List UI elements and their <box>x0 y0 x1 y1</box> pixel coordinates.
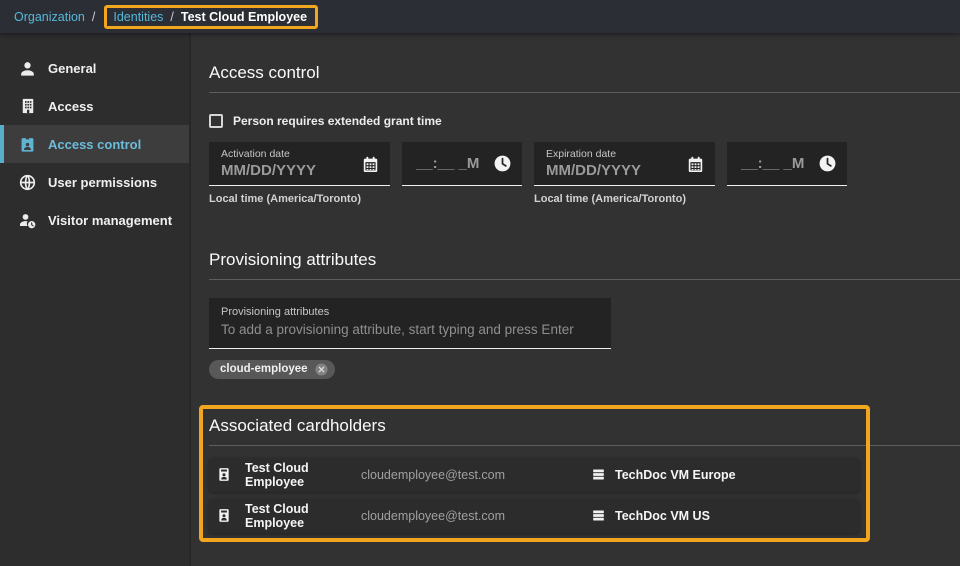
sidebar-item-label: Visitor management <box>48 213 172 228</box>
breadcrumb-separator: / <box>170 10 173 24</box>
sidebar: General Access Access control User permi… <box>0 33 191 566</box>
person-icon <box>18 59 37 78</box>
activation-time-input[interactable] <box>416 155 488 172</box>
access-control-section-title: Access control <box>209 63 960 93</box>
sidebar-item-label: User permissions <box>48 175 157 190</box>
provisioning-chips: cloud-employee <box>209 359 960 379</box>
person-clock-icon <box>18 211 37 230</box>
extended-grant-label: Person requires extended grant time <box>233 114 442 128</box>
calendar-icon[interactable] <box>361 155 380 174</box>
server-icon <box>591 467 606 482</box>
expiration-date-input[interactable] <box>546 162 661 179</box>
chip-label: cloud-employee <box>220 363 308 375</box>
activation-local-time-note: Local time (America/Toronto) <box>209 193 534 205</box>
sidebar-item-access[interactable]: Access <box>0 87 189 125</box>
cardholder-email: cloudemployee@test.com <box>361 468 591 482</box>
cardholder-name: Test Cloud Employee <box>245 502 361 530</box>
expiration-date-field[interactable]: Expiration date <box>534 142 715 186</box>
cardholder-site-name: TechDoc VM Europe <box>615 468 736 482</box>
cardholder-email: cloudemployee@test.com <box>361 509 591 523</box>
sidebar-item-access-control[interactable]: Access control <box>0 125 189 163</box>
activation-time-field[interactable] <box>402 142 522 186</box>
sidebar-item-label: Access <box>48 99 94 114</box>
breadcrumb-separator: / <box>92 10 95 24</box>
server-icon <box>591 508 606 523</box>
topbar: Organization / Identities / Test Cloud E… <box>0 0 960 33</box>
sidebar-item-user-permissions[interactable]: User permissions <box>0 163 189 201</box>
expiration-date-label: Expiration date <box>546 148 705 160</box>
expiration-time-field[interactable] <box>727 142 847 186</box>
cardholder-badge-icon <box>217 465 231 484</box>
sidebar-item-label: General <box>48 61 96 76</box>
expiration-time-input[interactable] <box>741 155 813 172</box>
badge-icon <box>18 135 37 154</box>
sidebar-item-label: Access control <box>48 137 141 152</box>
cardholder-site: TechDoc VM Europe <box>591 467 736 482</box>
cardholder-row[interactable]: Test Cloud Employee cloudemployee@test.c… <box>209 458 859 492</box>
cardholder-row[interactable]: Test Cloud Employee cloudemployee@test.c… <box>209 499 859 533</box>
extended-grant-row: Person requires extended grant time <box>209 114 960 128</box>
provisioning-section-title: Provisioning attributes <box>209 250 960 280</box>
close-circle-icon[interactable] <box>315 363 328 376</box>
cardholder-rows: Test Cloud Employee cloudemployee@test.c… <box>209 458 960 533</box>
cardholder-site: TechDoc VM US <box>591 508 710 523</box>
provisioning-input[interactable] <box>221 322 601 337</box>
activation-date-label: Activation date <box>221 148 380 160</box>
local-time-notes: Local time (America/Toronto) Local time … <box>209 193 960 205</box>
cardholder-site-name: TechDoc VM US <box>615 509 710 523</box>
breadcrumb-annotation-box: Identities / Test Cloud Employee <box>104 5 318 29</box>
clock-icon[interactable] <box>818 154 837 173</box>
cardholder-badge-icon <box>217 506 231 525</box>
sidebar-item-general[interactable]: General <box>0 49 189 87</box>
breadcrumb-current-page: Test Cloud Employee <box>181 10 307 24</box>
clock-icon[interactable] <box>493 154 512 173</box>
breadcrumb-identities[interactable]: Identities <box>113 10 163 24</box>
cardholders-section-title: Associated cardholders <box>209 416 960 446</box>
expiration-local-time-note: Local time (America/Toronto) <box>534 193 686 205</box>
breadcrumb-organization[interactable]: Organization <box>14 10 85 24</box>
sidebar-item-visitor-management[interactable]: Visitor management <box>0 201 189 239</box>
globe-icon <box>18 173 37 192</box>
extended-grant-checkbox[interactable] <box>209 114 223 128</box>
building-icon <box>18 97 37 116</box>
provisioning-chip[interactable]: cloud-employee <box>209 360 335 379</box>
activation-date-field[interactable]: Activation date <box>209 142 390 186</box>
date-time-fields-row: Activation date Expiration date <box>209 142 960 186</box>
provisioning-attributes-field[interactable]: Provisioning attributes <box>209 298 611 349</box>
activation-date-input[interactable] <box>221 162 336 179</box>
cardholder-name: Test Cloud Employee <box>245 461 361 489</box>
provisioning-input-label: Provisioning attributes <box>221 306 601 318</box>
associated-cardholders-section: Associated cardholders Test Cloud Employ… <box>209 416 960 533</box>
main-content: Access control Person requires extended … <box>191 33 960 566</box>
calendar-icon[interactable] <box>686 155 705 174</box>
